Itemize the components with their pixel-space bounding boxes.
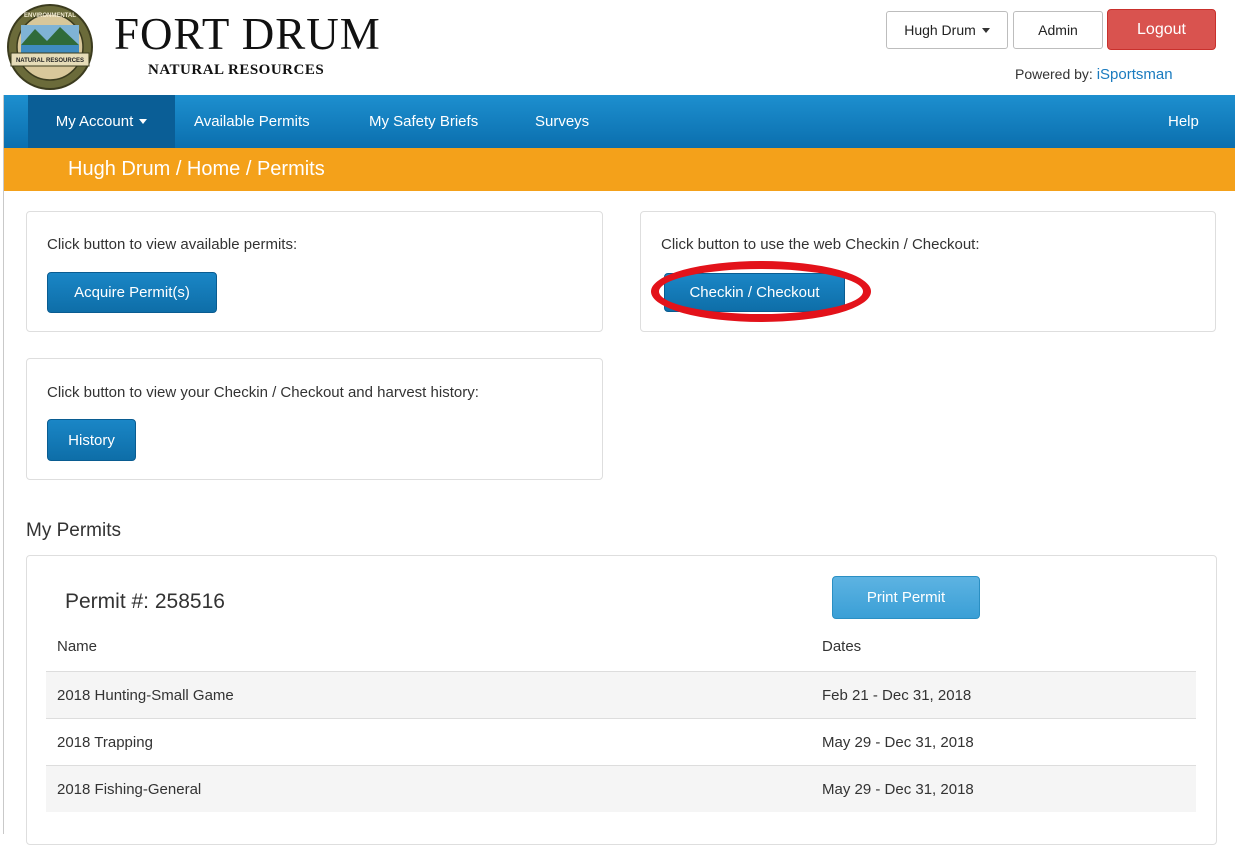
nav-my-account[interactable]: My Account	[28, 95, 175, 148]
logo-ring-text: ENVIRONMENTAL	[24, 13, 76, 19]
permit-dates-cell: May 29 - Dec 31, 2018	[822, 780, 974, 798]
history-button[interactable]: History	[47, 419, 136, 461]
main-navbar: My Account Available Permits My Safety B…	[4, 95, 1235, 148]
checkin-checkout-text: Click button to use the web Checkin / Ch…	[661, 236, 980, 253]
user-menu-label: Hugh Drum	[904, 22, 976, 38]
powered-by-label: Powered by:	[1015, 66, 1093, 82]
nav-my-account-label: My Account	[55, 113, 134, 130]
table-row: 2018 Fishing-General May 29 - Dec 31, 20…	[46, 765, 1196, 812]
my-permits-title: My Permits	[26, 520, 121, 541]
acquire-permits-text: Click button to view available permits:	[47, 236, 298, 253]
breadcrumb: Hugh Drum / Home / Permits	[4, 148, 1235, 191]
acquire-permits-button[interactable]: Acquire Permit(s)	[47, 272, 217, 313]
user-menu-button[interactable]: Hugh Drum	[886, 11, 1008, 49]
permit-name-cell: 2018 Fishing-General	[57, 780, 202, 798]
admin-button[interactable]: Admin	[1013, 11, 1103, 49]
nav-my-safety-briefs[interactable]: My Safety Briefs	[369, 95, 478, 148]
breadcrumb-text: Hugh Drum / Home / Permits	[68, 158, 325, 180]
isportsman-link[interactable]: iSportsman	[1097, 66, 1173, 83]
fort-drum-logo: NATURAL RESOURCES ENVIRONMENTAL	[7, 4, 93, 90]
table-row: 2018 Hunting-Small Game Feb 21 - Dec 31,…	[46, 671, 1196, 718]
checkin-checkout-panel: Click button to use the web Checkin / Ch…	[640, 211, 1216, 332]
history-text: Click button to view your Checkin / Chec…	[47, 384, 479, 401]
site-header: NATURAL RESOURCES ENVIRONMENTAL FORT DRU…	[0, 0, 1235, 95]
permit-dates-cell: Feb 21 - Dec 31, 2018	[822, 686, 972, 704]
logo-banner-text: NATURAL RESOURCES	[16, 58, 84, 64]
checkin-checkout-button[interactable]: Checkin / Checkout	[664, 273, 845, 312]
table-row: 2018 Trapping May 29 - Dec 31, 2018	[46, 718, 1196, 765]
permit-name-cell: 2018 Trapping	[57, 733, 153, 751]
permit-dates-cell: May 29 - Dec 31, 2018	[822, 733, 974, 751]
powered-by: Powered by: iSportsman	[1015, 66, 1173, 83]
nav-help[interactable]: Help	[1168, 95, 1199, 148]
logout-button[interactable]: Logout	[1107, 9, 1216, 50]
acquire-permits-panel: Click button to view available permits: …	[26, 211, 603, 332]
column-header-name: Name	[57, 638, 98, 655]
nav-available-permits[interactable]: Available Permits	[194, 95, 310, 148]
nav-surveys[interactable]: Surveys	[535, 95, 589, 148]
brand-title: FORT DRUM	[114, 9, 381, 59]
history-panel: Click button to view your Checkin / Chec…	[26, 358, 603, 480]
column-header-dates: Dates	[822, 638, 862, 655]
chevron-down-icon	[139, 119, 148, 124]
permit-name-cell: 2018 Hunting-Small Game	[57, 686, 234, 704]
chevron-down-icon	[981, 27, 990, 33]
permit-number: Permit #: 258516	[65, 590, 225, 613]
brand-subtitle: NATURAL RESOURCES	[148, 62, 325, 78]
print-permit-button[interactable]: Print Permit	[832, 576, 980, 619]
